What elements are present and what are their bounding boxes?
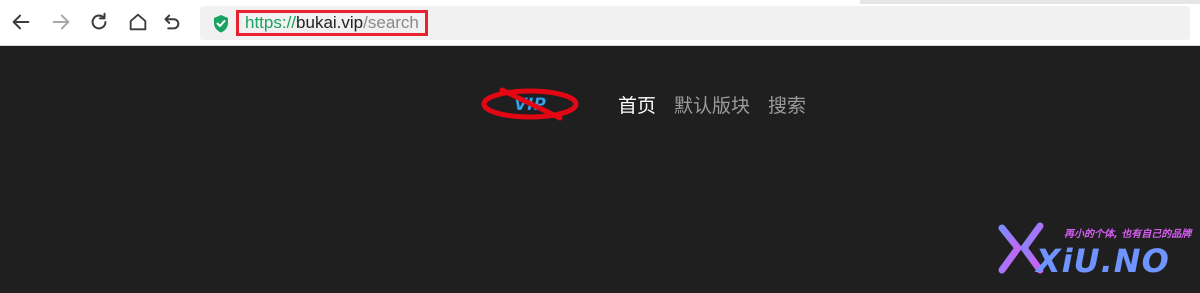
- forward-arrow-icon: [52, 14, 70, 30]
- site-header: VIP 首页 默认版块 搜索: [480, 84, 824, 124]
- nav-default-board[interactable]: 默认版块: [674, 91, 750, 118]
- reload-button[interactable]: [87, 10, 111, 34]
- url-path: /search: [363, 13, 419, 32]
- forward-button[interactable]: [49, 10, 73, 34]
- url-text[interactable]: https://bukai.vip/search: [236, 10, 428, 36]
- back-arrow-icon: [12, 14, 30, 30]
- url-scheme: https://: [245, 13, 297, 32]
- url-host: bukai.vip: [296, 13, 364, 32]
- browser-toolbar: https://bukai.vip/search: [0, 0, 1200, 46]
- security-shield-icon[interactable]: [212, 14, 230, 33]
- nav-search[interactable]: 搜索: [768, 91, 806, 118]
- undo-button[interactable]: [159, 10, 183, 34]
- tab-strip: [0, 0, 1200, 4]
- back-button[interactable]: [9, 10, 33, 34]
- undo-icon: [164, 14, 180, 30]
- active-tab[interactable]: [0, 0, 860, 4]
- watermark-brand: XiU.NO: [1036, 242, 1170, 280]
- watermark-slogan: 再小的个体, 也有自己的品牌: [1064, 229, 1192, 240]
- address-bar[interactable]: https://bukai.vip/search: [200, 6, 1190, 40]
- site-logo[interactable]: VIP: [480, 84, 590, 124]
- home-button[interactable]: [126, 10, 150, 34]
- home-icon: [129, 13, 147, 31]
- watermark: 再小的个体, 也有自己的品牌 XiU.NO: [996, 218, 1192, 282]
- reload-icon: [91, 12, 107, 30]
- nav-home[interactable]: 首页: [618, 91, 656, 118]
